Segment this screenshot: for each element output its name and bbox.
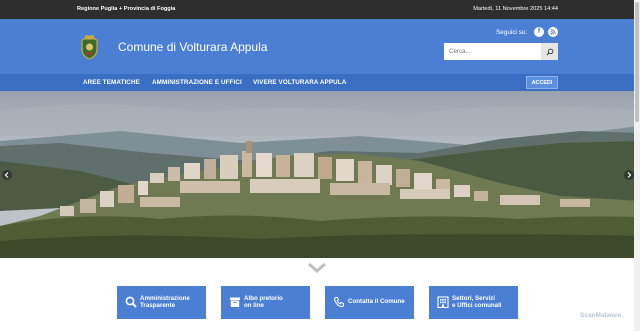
hero-slider-image	[0, 91, 640, 258]
card-albo-pretorio[interactable]: Albo pretorio on line	[221, 286, 310, 319]
building-icon	[437, 296, 449, 308]
login-button[interactable]: ACCEDI	[526, 76, 558, 89]
slider-prev-icon[interactable]	[2, 170, 12, 180]
search-button[interactable]	[541, 43, 558, 60]
search-icon	[125, 296, 137, 308]
card-amministrazione-trasparente[interactable]: Amministrazione Trasparente	[117, 286, 206, 319]
search-icon	[546, 48, 553, 55]
card-label: Amministrazione Trasparente	[140, 295, 190, 310]
card-label-line1: Contatta il Comune	[348, 298, 405, 305]
town-panorama-image	[0, 91, 640, 258]
nav-item-amministrazione[interactable]: AMMINISTRAZIONE E UFFICI	[152, 79, 242, 86]
slider-next-icon[interactable]	[624, 170, 634, 180]
card-label-line2: e Uffici comunali	[452, 302, 502, 310]
municipal-crest-icon[interactable]	[80, 35, 99, 60]
rss-icon[interactable]	[548, 27, 558, 37]
card-label-line1: Albo pretorio	[244, 295, 283, 302]
archive-icon	[230, 297, 240, 307]
scrollbar-thumb[interactable]	[635, 2, 639, 122]
watermark-label: ScanMalware	[580, 312, 622, 319]
phone-icon	[333, 297, 344, 308]
nav-item-aree-tematiche[interactable]: AREE TEMATICHE	[83, 79, 140, 86]
top-bar: Regione Puglia + Provincia di Foggia Mar…	[0, 0, 640, 19]
card-label-line2: on line	[244, 302, 264, 310]
facebook-icon[interactable]: f	[534, 27, 544, 37]
card-label: Contatta il Comune	[348, 298, 405, 305]
search-input[interactable]	[444, 43, 541, 60]
card-contatta-comune[interactable]: Contatta il Comune	[325, 286, 414, 319]
page-scrollbar[interactable]	[634, 0, 640, 331]
card-label: Albo pretorio on line	[244, 295, 283, 310]
card-label-line1: Amministrazione	[140, 295, 190, 302]
follow-us-label: Seguici su:	[496, 29, 528, 36]
site-title[interactable]: Comune di Volturara Appula	[118, 40, 267, 54]
region-label[interactable]: Regione Puglia + Provincia di Foggia	[77, 6, 175, 12]
card-settori-servizi[interactable]: Settori, Servizi e Uffici comunali	[429, 286, 518, 319]
nav-item-vivere-volturara[interactable]: VIVERE VOLTURARA APPULA	[253, 79, 346, 86]
card-label-line1: Settori, Servizi	[452, 295, 495, 302]
site-header: Comune di Volturara Appula Seguici su: f	[0, 19, 640, 74]
card-label-line2: Trasparente	[140, 302, 176, 310]
current-date: Martedì, 11 Novembre 2025 14:44	[473, 6, 558, 12]
chevron-down-icon[interactable]	[307, 262, 327, 274]
card-label: Settori, Servizi e Uffici comunali	[452, 295, 502, 310]
